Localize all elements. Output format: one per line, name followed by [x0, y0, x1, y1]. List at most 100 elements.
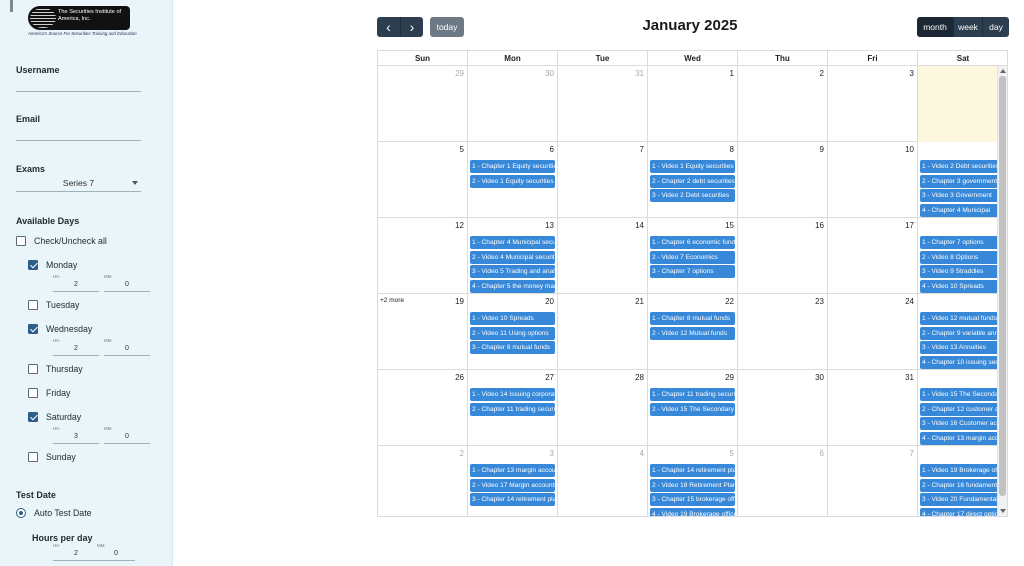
calendar-event[interactable]: 1 - Chapter 11 trading securities	[650, 388, 735, 401]
email-field[interactable]	[16, 140, 141, 141]
day-number[interactable]: 13	[545, 221, 554, 230]
calendar-event[interactable]: 1 - Chapter 14 retirement plans	[650, 464, 735, 477]
day-cell[interactable]: 31	[828, 370, 918, 446]
day-cell[interactable]: 15 1 - Chapter 6 economic fundamentals2 -…	[648, 218, 738, 294]
wednesday-mm-field[interactable]: MM 0	[104, 338, 150, 356]
auto-test-date-radio[interactable]: Auto Test Date	[16, 507, 92, 519]
calendar-event[interactable]: 1 - Chapter 1 Equity securities	[470, 160, 555, 173]
calendar-event[interactable]: 4 - Video 10 Spreads	[920, 279, 1007, 293]
day-cell[interactable]: 1 - Video 15 The Secondary 2 - Chapter 12…	[918, 370, 1007, 446]
day-cell[interactable]: 28	[558, 370, 648, 446]
scrollbar-thumb[interactable]	[999, 76, 1006, 496]
day-number[interactable]: 29	[455, 69, 464, 78]
calendar-event[interactable]: 4 - Video 19 Brokerage office	[650, 507, 735, 516]
day-number[interactable]: 27	[545, 373, 554, 382]
day-number[interactable]: 30	[545, 69, 554, 78]
day-cell[interactable]: 2	[378, 446, 468, 516]
day-cell[interactable]: 30	[468, 66, 558, 142]
day-cell[interactable]: 12	[378, 218, 468, 294]
calendar-event[interactable]: 1 - Chapter 8 mutual funds	[650, 312, 735, 325]
day-number[interactable]: 20	[545, 297, 554, 306]
checkbox-box[interactable]	[28, 451, 38, 462]
day-cell[interactable]: 17	[828, 218, 918, 294]
day-cell[interactable]	[918, 66, 1007, 142]
day-number[interactable]: 24	[905, 297, 914, 306]
calendar-event[interactable]: 1 - Video 10 Spreads	[470, 312, 555, 325]
day-cell[interactable]: 11 - Chapter 7 options2 - Video 8 Option…	[918, 218, 1007, 294]
calendar-event[interactable]: 1 - Chapter 7 options	[920, 236, 1007, 249]
hours-per-day-hh-field[interactable]: HH 2	[53, 543, 99, 561]
day-checkbox-monday[interactable]: Monday	[28, 258, 77, 271]
day-number[interactable]: 29	[725, 373, 734, 382]
calendar-event[interactable]: 3 - Video 5 Trading and analysis	[470, 265, 555, 278]
day-number[interactable]: 1	[730, 69, 734, 78]
calendar-event[interactable]: 2 - Video 15 The Secondary market	[650, 402, 735, 416]
day-number[interactable]: 28	[635, 373, 644, 382]
day-number[interactable]: 7	[640, 145, 644, 154]
monday-hh-field[interactable]: HH 2	[53, 274, 99, 292]
day-number[interactable]: 30	[815, 373, 824, 382]
checkbox-box[interactable]	[28, 323, 38, 334]
calendar-event[interactable]: 2 - Video 8 Options	[920, 250, 1007, 264]
calendar-event[interactable]: 1 - Video 12 mutual funds	[920, 312, 1007, 325]
wednesday-hh-field[interactable]: HH 2	[53, 338, 99, 356]
calendar-event[interactable]: 2 - Chapter 9 variable annuities	[920, 326, 1007, 340]
day-number[interactable]: 22	[725, 297, 734, 306]
day-number[interactable]: 5	[730, 449, 734, 458]
calendar-event[interactable]: 2 - Chapter 3 government	[920, 174, 1007, 188]
day-checkbox-sunday[interactable]: Sunday	[28, 450, 76, 463]
day-cell[interactable]: 5	[378, 142, 468, 218]
hours-per-day-mm-field[interactable]: MM 0	[97, 543, 135, 561]
saturday-hh-field[interactable]: HH 3	[53, 426, 99, 444]
calendar-event[interactable]: 2 - Video 12 Mutual funds	[650, 326, 735, 340]
calendar-event[interactable]: 4 - Chapter 5 the money market	[470, 279, 555, 293]
checkbox-box[interactable]	[28, 363, 38, 374]
day-cell[interactable]: 3 1 - Chapter 13 margin accounts2 - Video…	[468, 446, 558, 516]
day-number[interactable]: 15	[725, 221, 734, 230]
day-number[interactable]: 5	[460, 145, 464, 154]
calendar-scrollbar[interactable]	[997, 66, 1007, 516]
username-field[interactable]	[16, 91, 141, 92]
day-cell[interactable]: 11 - Video 2 Debt securities2 - Chapter …	[918, 142, 1007, 218]
day-cell[interactable]: 21	[558, 294, 648, 370]
monday-mm-field[interactable]: MM 0	[104, 274, 150, 292]
day-number[interactable]: 6	[820, 449, 824, 458]
calendar-event[interactable]: 4 - Chapter 10 issuing securities	[920, 355, 1007, 369]
calendar-event[interactable]: 2 - Video 4 Municipal securities	[470, 250, 555, 264]
calendar-event[interactable]: 3 - Video 3 Government	[920, 189, 1007, 202]
radio-button[interactable]	[16, 508, 26, 518]
day-number[interactable]: 9	[820, 145, 824, 154]
day-number[interactable]: 3	[550, 449, 554, 458]
day-checkbox-saturday[interactable]: Saturday	[28, 410, 81, 423]
calendar-event[interactable]: 4 - Chapter 13 margin accounts	[920, 431, 1007, 445]
checkbox-box[interactable]	[28, 299, 38, 310]
day-cell[interactable]: 20 1 - Video 10 Spreads 2 - Video 11 Using…	[468, 294, 558, 370]
calendar-event[interactable]: 3 - Video 9 Straddles	[920, 265, 1007, 278]
day-view-button[interactable]: day	[982, 17, 1009, 37]
day-number[interactable]: 17	[905, 221, 914, 230]
day-number[interactable]: 7	[910, 449, 914, 458]
day-number[interactable]: 23	[815, 297, 824, 306]
checkbox-box[interactable]	[28, 387, 38, 398]
calendar-event[interactable]: 2 - Chapter 11 trading securities	[470, 402, 555, 416]
day-cell[interactable]: 19 +2 more	[378, 294, 468, 370]
day-cell[interactable]: 1 - Video 19 Brokerage office 2 - Chapter…	[918, 446, 1007, 516]
calendar-event[interactable]: 1 - Chapter 4 Municipal securities	[470, 236, 555, 249]
day-cell[interactable]: 29	[378, 66, 468, 142]
day-checkbox-wednesday[interactable]: Wednesday	[28, 322, 92, 335]
day-cell[interactable]: 13 1 - Chapter 4 Municipal securities2 - …	[468, 218, 558, 294]
day-number[interactable]: 12	[455, 221, 464, 230]
exam-select[interactable]: Series 7	[16, 178, 141, 192]
calendar-event[interactable]: 1 - Video 14 Issuing corporate	[470, 388, 555, 401]
day-cell[interactable]: 9	[738, 142, 828, 218]
checkbox-box[interactable]	[28, 259, 38, 270]
day-cell[interactable]: 26	[378, 370, 468, 446]
next-month-button[interactable]: ›	[400, 17, 423, 37]
day-number[interactable]: 26	[455, 373, 464, 382]
calendar-event[interactable]: 4 - Chapter 17 direct options	[920, 507, 1007, 516]
day-checkbox-thursday[interactable]: Thursday	[28, 362, 83, 375]
day-cell[interactable]: 3	[828, 66, 918, 142]
day-number[interactable]: 19	[455, 297, 464, 306]
day-cell[interactable]: 5 1 - Chapter 14 retirement plans 2 - Vide…	[648, 446, 738, 516]
calendar-event[interactable]: 3 - Chapter 15 brokerage office	[650, 493, 735, 506]
